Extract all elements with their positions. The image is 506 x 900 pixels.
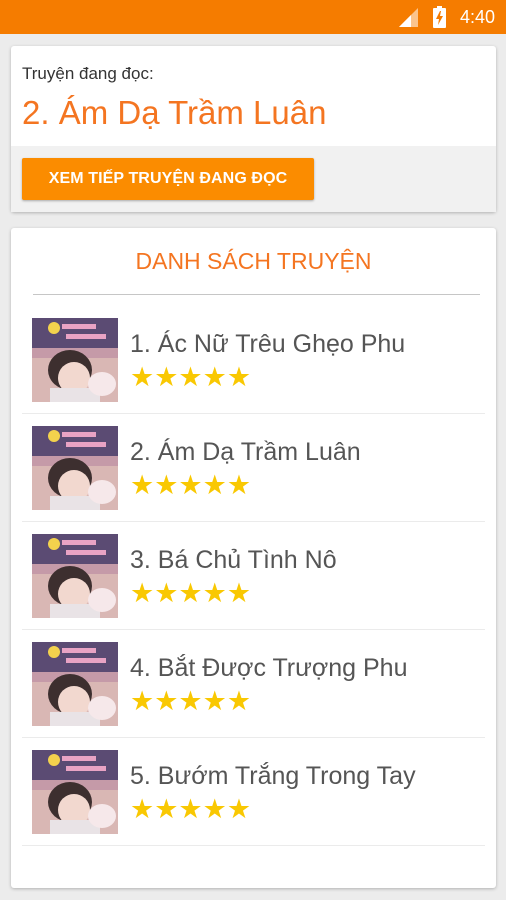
story-list-item[interactable]: 5. Bướm Trắng Trong Tay ★★★★★ — [22, 738, 485, 846]
story-cover-image — [32, 318, 118, 402]
current-story-title: 2. Ám Dạ Trầm Luân — [22, 94, 327, 131]
story-list-item[interactable]: 2. Ám Dạ Trầm Luân ★★★★★ — [22, 414, 485, 522]
star-rating: ★★★★★ — [130, 362, 252, 393]
star-rating: ★★★★★ — [130, 686, 252, 717]
battery-charging-icon — [433, 6, 446, 28]
signal-icon — [399, 8, 418, 27]
star-rating: ★★★★★ — [130, 578, 252, 609]
status-bar: 4:40 — [0, 0, 506, 34]
story-list-card: DANH SÁCH TRUYỆN 1. Ác Nữ Trêu Ghẹo Phu … — [11, 228, 496, 888]
reading-card-footer: XEM TIẾP TRUYỆN ĐANG ĐỌC — [11, 146, 496, 212]
story-list-item[interactable]: 4. Bắt Được Trượng Phu ★★★★★ — [22, 630, 485, 738]
story-title: 3. Bá Chủ Tình Nô — [130, 546, 337, 574]
story-cover-image — [32, 534, 118, 618]
clock: 4:40 — [459, 7, 495, 27]
story-list-item[interactable]: 3. Bá Chủ Tình Nô ★★★★★ — [22, 522, 485, 630]
reading-caption: Truyện đang đọc: — [22, 64, 154, 83]
current-reading-card: Truyện đang đọc: 2. Ám Dạ Trầm Luân XEM … — [11, 46, 496, 212]
story-cover-image — [32, 426, 118, 510]
star-rating: ★★★★★ — [130, 470, 252, 501]
story-title: 2. Ám Dạ Trầm Luân — [130, 438, 361, 466]
star-rating: ★★★★★ — [130, 794, 252, 825]
story-title: 5. Bướm Trắng Trong Tay — [130, 762, 416, 790]
story-list: 1. Ác Nữ Trêu Ghẹo Phu ★★★★★ 2. Ám Dạ Tr… — [11, 306, 496, 846]
list-heading: DANH SÁCH TRUYỆN — [135, 248, 372, 274]
story-title: 1. Ác Nữ Trêu Ghẹo Phu — [130, 330, 406, 358]
heading-divider — [33, 294, 480, 295]
story-title: 4. Bắt Được Trượng Phu — [130, 654, 408, 682]
story-cover-image — [32, 642, 118, 726]
continue-reading-button[interactable]: XEM TIẾP TRUYỆN ĐANG ĐỌC — [22, 158, 314, 200]
story-cover-image — [32, 750, 118, 834]
story-list-item[interactable]: 1. Ác Nữ Trêu Ghẹo Phu ★★★★★ — [22, 306, 485, 414]
